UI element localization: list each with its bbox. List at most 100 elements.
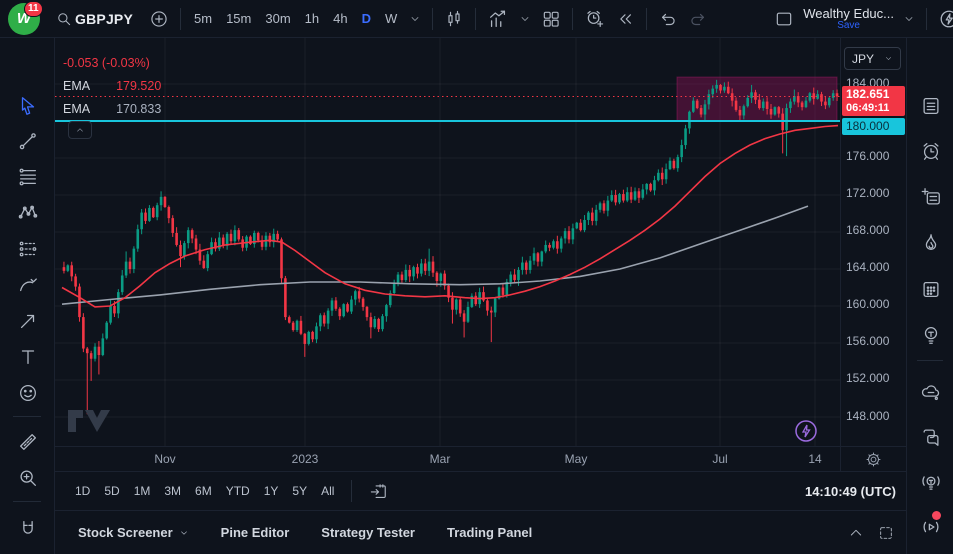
- calendar-button[interactable]: [918, 276, 944, 302]
- tf-15m[interactable]: 15m: [219, 5, 258, 33]
- tf-5m[interactable]: 5m: [187, 5, 219, 33]
- toolbar-separator: [432, 7, 434, 30]
- flame-icon: [925, 234, 937, 250]
- range-1m[interactable]: 1M: [127, 480, 158, 502]
- trend-line-tool[interactable]: [15, 128, 41, 154]
- tab-trading-panel[interactable]: Trading Panel: [437, 519, 542, 546]
- toolbar-separator: [180, 7, 181, 30]
- brush-tool[interactable]: [15, 272, 41, 298]
- streams-button[interactable]: [918, 511, 944, 540]
- tf-30m[interactable]: 30m: [258, 5, 297, 33]
- indicators-icon: [490, 10, 506, 27]
- layout-grid-button[interactable]: [536, 4, 566, 34]
- lightbulb-icon: [924, 327, 938, 344]
- ema-slow-value: 170.833: [116, 101, 162, 116]
- layout-name-button[interactable]: Wealthy Educ... Save: [799, 7, 898, 31]
- tf-1h[interactable]: 1h: [298, 5, 326, 33]
- range-1y[interactable]: 1Y: [257, 480, 286, 502]
- indicators-button[interactable]: [482, 4, 514, 34]
- range-ytd[interactable]: YTD: [219, 480, 257, 502]
- maximize-icon[interactable]: [878, 525, 894, 541]
- range-5d[interactable]: 5D: [97, 480, 126, 502]
- bar-countdown: 06:49:11: [846, 102, 890, 114]
- measure-tool[interactable]: [15, 429, 41, 455]
- chart-style-button[interactable]: [439, 4, 469, 34]
- alert-plus-icon: [587, 10, 604, 27]
- forecast-tool[interactable]: [15, 236, 41, 262]
- fib-retracement-tool[interactable]: [15, 164, 41, 190]
- tf-1w[interactable]: W: [378, 5, 404, 33]
- price-axis[interactable]: JPY 184.000 182.651 06:49:11 180.000 176…: [840, 38, 906, 471]
- candlestick-chart[interactable]: [55, 38, 840, 446]
- price-label: 160.000: [846, 297, 890, 311]
- hotlists-button[interactable]: [918, 230, 944, 256]
- chevron-down-icon: [521, 16, 529, 21]
- symbol-change-row[interactable]: -0.053 (-0.03%): [63, 51, 161, 74]
- toolbar-separator: [926, 7, 927, 30]
- clock[interactable]: 14:10:49 (UTC): [805, 484, 896, 499]
- chats-button[interactable]: [918, 424, 944, 450]
- arrow-tool[interactable]: [15, 308, 41, 334]
- chevron-down-icon: [885, 57, 892, 60]
- save-layout-button[interactable]: [769, 4, 799, 34]
- layout-menu-button[interactable]: [898, 4, 920, 34]
- zoom-in-tool[interactable]: [15, 465, 41, 491]
- bar-replay-button[interactable]: [610, 4, 640, 34]
- tf-1d[interactable]: D: [355, 5, 378, 33]
- legend-collapse-button[interactable]: [68, 121, 92, 139]
- price-label: 148.000: [846, 409, 890, 423]
- range-5y[interactable]: 5Y: [285, 480, 314, 502]
- undo-icon: [662, 13, 675, 25]
- quick-search-button[interactable]: [933, 4, 953, 34]
- tab-pine-editor[interactable]: Pine Editor: [211, 519, 300, 546]
- redo-button[interactable]: [683, 4, 713, 34]
- symbol-search-button[interactable]: GBPJPY: [50, 4, 144, 34]
- range-3m[interactable]: 3M: [157, 480, 188, 502]
- range-6m[interactable]: 6M: [188, 480, 219, 502]
- last-price: 182.651: [846, 87, 890, 101]
- go-to-date-button[interactable]: [362, 478, 395, 505]
- save-link[interactable]: Save: [803, 20, 894, 31]
- emoji-tool[interactable]: [15, 380, 41, 406]
- app-logo[interactable]: W 11: [0, 0, 50, 38]
- chart-pane[interactable]: [55, 38, 840, 446]
- text-tool[interactable]: [15, 344, 41, 370]
- notes-button[interactable]: [918, 184, 944, 210]
- ema-fast-row[interactable]: EMA 179.520: [63, 74, 161, 97]
- tab-stock-screener[interactable]: Stock Screener: [68, 519, 199, 546]
- level-price-badge: 180.000: [842, 118, 905, 135]
- ideas-button[interactable]: [918, 322, 944, 348]
- timeframe-menu-button[interactable]: [404, 4, 426, 34]
- compare-add-button[interactable]: [144, 4, 174, 34]
- chart-settings-button[interactable]: [865, 451, 882, 468]
- time-label: Jul: [712, 452, 728, 466]
- grid-layout-icon: [544, 11, 559, 27]
- range-1d[interactable]: 1D: [68, 480, 97, 502]
- lightbulb-waves-icon: [922, 476, 940, 490]
- undo-button[interactable]: [653, 4, 683, 34]
- time-axis[interactable]: Nov 2023 Mar May Jul 14: [55, 446, 906, 471]
- toolbar-divider: [13, 416, 41, 417]
- layout-name: Wealthy Educ...: [803, 5, 894, 21]
- tf-4h[interactable]: 4h: [326, 5, 354, 33]
- alerts-button[interactable]: [918, 138, 944, 164]
- magnet-icon: [23, 521, 33, 534]
- note-plus-icon: [921, 188, 940, 205]
- create-alert-button[interactable]: [579, 4, 610, 34]
- ema-slow-row[interactable]: EMA 170.833: [63, 97, 161, 120]
- indicators-menu-button[interactable]: [514, 4, 536, 34]
- ideas-stream-button[interactable]: [918, 469, 944, 495]
- xabcd-pattern-tool[interactable]: [15, 200, 41, 226]
- magnet-tool[interactable]: [15, 516, 41, 542]
- tab-strategy-tester[interactable]: Strategy Tester: [311, 519, 425, 546]
- watchlist-button[interactable]: [918, 93, 944, 119]
- candles-icon: [448, 10, 460, 26]
- expand-panel-icon[interactable]: [848, 525, 864, 541]
- price-label: 152.000: [846, 371, 890, 385]
- tab-label: Pine Editor: [220, 525, 290, 540]
- cursor-tool[interactable]: [15, 93, 41, 119]
- range-all[interactable]: All: [314, 480, 341, 502]
- minds-button[interactable]: [918, 379, 944, 405]
- currency-dropdown[interactable]: JPY: [844, 47, 901, 70]
- top-toolbar: W 11 GBPJPY 5m 15m 30m 1h 4h D W Wealthy…: [0, 0, 953, 38]
